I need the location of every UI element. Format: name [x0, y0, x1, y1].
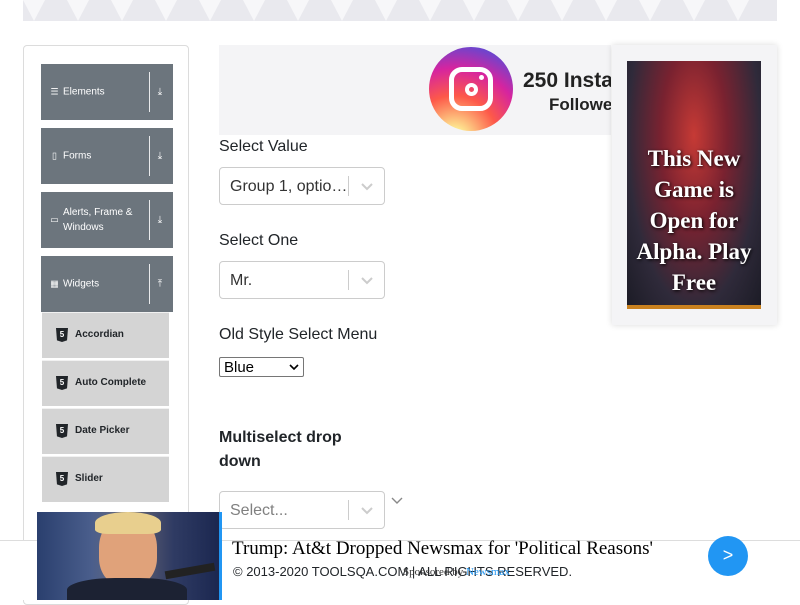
sponsor-link[interactable]: Newsmax — [466, 566, 510, 578]
divider — [348, 176, 349, 196]
select-value-dropdown[interactable]: Group 1, option 1 — [219, 167, 385, 205]
old-style-select-value: Blue — [224, 359, 255, 376]
chevron-down-icon — [361, 277, 373, 285]
select-one-current: Mr. — [230, 272, 253, 289]
news-ad-sponsor: Sponsored by Newsmax — [403, 566, 510, 578]
select-one-label: Select One — [219, 232, 299, 249]
instagram-ad[interactable]: 250 Instag Followe — [219, 45, 611, 135]
sidebar-group-label: Elements — [63, 86, 105, 98]
sidebar-item-label: Auto Complete — [75, 377, 147, 388]
divider — [219, 512, 222, 600]
multiselect-label: Multiselect drop down — [219, 429, 342, 470]
hamburger-icon: ☰ — [50, 86, 59, 97]
file-icon: ▯ — [52, 150, 57, 161]
html5-icon: 5 — [56, 328, 68, 342]
html5-icon: 5 — [56, 376, 68, 390]
divider — [149, 264, 150, 304]
sponsored-label: Sponsored by — [403, 566, 464, 578]
download-arrow-icon: ⤓ — [157, 214, 163, 226]
sidebar-item-date-picker[interactable]: 5 Date Picker — [42, 408, 169, 454]
sidebar-item-label: Accordian — [75, 329, 124, 340]
sidebar-group-elements[interactable]: ☰ Elements ⤓ — [41, 64, 173, 120]
sidebar-item-label: Date Picker — [75, 425, 130, 436]
upload-arrow-icon: ⤒ — [157, 278, 163, 290]
news-ad-photo[interactable] — [37, 512, 219, 600]
sidebar-group-forms[interactable]: ▯ Forms ⤓ — [41, 128, 173, 184]
next-ad-button[interactable]: > — [708, 536, 748, 576]
select-value-label: Select Value — [219, 138, 308, 155]
chevron-down-icon — [361, 507, 373, 515]
html5-icon: 5 — [56, 472, 68, 486]
news-ad-headline[interactable]: Trump: At&t Dropped Newsmax for 'Politic… — [232, 538, 653, 560]
chevron-down-icon[interactable] — [390, 495, 404, 507]
top-banner — [23, 0, 777, 21]
multiselect-dropdown[interactable]: Select... — [219, 491, 385, 529]
html5-icon: 5 — [56, 424, 68, 438]
instagram-logo-icon — [429, 47, 513, 131]
sidebar-item-auto-complete[interactable]: 5 Auto Complete — [42, 360, 169, 406]
ad-text: Followe — [549, 95, 611, 114]
chevron-down-icon — [289, 364, 299, 371]
sidebar-group-label: Forms — [63, 150, 92, 162]
sidebar-item-accordian[interactable]: 5 Accordian — [42, 312, 169, 358]
old-style-select-label: Old Style Select Menu — [219, 326, 378, 343]
multiselect-placeholder: Select... — [230, 502, 288, 519]
ad-text: 250 Instag — [523, 69, 611, 92]
divider — [627, 305, 761, 309]
chevron-down-icon — [361, 183, 373, 191]
divider — [149, 200, 150, 240]
sidebar-group-alerts[interactable]: ▭ Alerts, Frame & Windows ⤓ — [41, 192, 173, 248]
divider — [149, 136, 150, 176]
select-one-dropdown[interactable]: Mr. — [219, 261, 385, 299]
sidebar-item-label: Slider — [75, 473, 103, 484]
sidebar-group-widgets[interactable]: ▦ Widgets ⤒ — [41, 256, 173, 312]
sidebar-group-label: Alerts, Frame & Windows — [63, 207, 133, 233]
divider — [348, 500, 349, 520]
select-value-current: Group 1, option 1 — [230, 178, 348, 195]
sidebar-group-label: Widgets — [63, 278, 100, 290]
window-icon: ▭ — [50, 214, 59, 225]
game-ad-text: This New Game is Open for Alpha. Play Fr… — [636, 146, 752, 295]
sidebar-item-slider[interactable]: 5 Slider — [42, 456, 169, 502]
download-arrow-icon: ⤓ — [157, 86, 163, 98]
game-ad[interactable]: This New Game is Open for Alpha. Play Fr… — [612, 45, 777, 325]
download-arrow-icon: ⤓ — [157, 150, 163, 162]
divider — [149, 72, 150, 112]
old-style-select-menu[interactable]: Blue — [219, 357, 304, 377]
divider — [348, 270, 349, 290]
grid-icon: ▦ — [50, 278, 59, 289]
game-ad-image: This New Game is Open for Alpha. Play Fr… — [627, 61, 761, 309]
